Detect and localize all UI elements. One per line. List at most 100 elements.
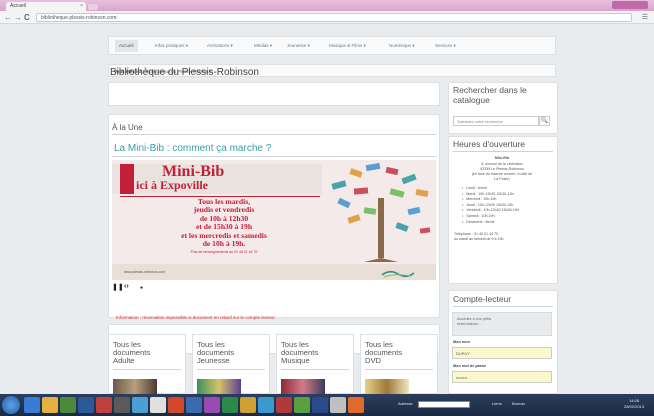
book-tree-illustration [331,162,431,262]
carousel-pause-icon[interactable]: ❚❚ [112,283,124,291]
nav-item-medias[interactable]: Médias ▾ [254,43,272,49]
nav-item-numerique[interactable]: Numérique ▾ [389,43,415,49]
card-divider [197,369,265,370]
banner-contact: Plus de renseignements au 01 46 01 44 70 [190,250,258,254]
taskbar-ie-icon[interactable] [24,397,40,413]
category-card-dvd[interactable]: Tous les documents DVD [360,334,438,395]
search-title-line: catalogue [453,94,490,105]
hours-phone: Téléphone : 01 46 01 44 70 du mardi au s… [454,232,504,242]
taskbar-app-icon[interactable] [168,397,184,413]
title-panel [108,82,440,106]
clock-date: 28/02/2013 [623,404,644,409]
search-icon[interactable]: 🔍 [539,116,550,126]
banner-line: de 10h à 19h. [202,239,246,249]
taskbar-app-icon[interactable] [186,397,202,413]
taskbar-clock[interactable]: 14:08 28/02/2013 [624,398,644,410]
taskbar-app-icon[interactable] [258,397,274,413]
url-path: / [116,15,118,21]
category-card-musique[interactable]: Tous les documents Musique [276,334,354,395]
carousel-dot[interactable]: ● [140,285,143,291]
phone-line: du mardi au samedi de 9 à 19h [454,237,504,241]
taskbar-app-icon[interactable] [204,397,220,413]
account-info-box: Accédez à vos prêts, réservations... [452,312,552,336]
taskbar-desktop[interactable]: Bureau [512,401,525,406]
taskbar-app-icon[interactable] [132,397,148,413]
windows-taskbar: Adresse Liens Bureau 14:08 28/02/2013 [0,394,654,416]
banner-footer: www.plessis-robinson.com [112,264,436,280]
opening-hours-list: Lundi : fermé Mardi : 10h-12h30 15h30-19… [462,186,519,225]
category-image [281,379,325,395]
banner-logo-sub: ici à Expoville [136,178,208,192]
password-label: Mon mot de passe [453,364,487,368]
name-input[interactable]: DUPUY [452,347,552,359]
nav-item-infos[interactable]: Infos pratiques ▾ [155,43,188,49]
category-title: Tous les documents Musique [281,341,318,365]
taskbar-app-icon[interactable] [96,397,112,413]
info-message: Information : réservation impossible si … [116,315,275,320]
category-card-jeunesse[interactable]: Tous les documents Jeunesse [192,334,270,395]
category-image [365,379,409,395]
taskbar-app-icon[interactable] [114,397,130,413]
url-host: bibliotheque.plessis-robinson.com [41,15,117,21]
article-divider [112,156,436,157]
nav-item-services[interactable]: Services ▾ [435,43,456,49]
taskbar-links[interactable]: Liens [492,401,502,406]
taskbar-app-icon[interactable] [294,397,310,413]
taskbar-app-icon[interactable] [348,397,364,413]
category-title: Tous les documents DVD [365,341,402,365]
browser-toolbar: ← → C bibliotheque.plessis-robinson.com/… [0,11,654,24]
category-line: Adulte [113,356,135,365]
tab-close-icon[interactable]: × [80,3,83,9]
taskbar-address-input[interactable] [418,401,470,408]
account-title: Compte-lecteur [453,294,512,304]
menu-icon[interactable]: ☰ [642,13,648,21]
taskbar-app-icon[interactable] [330,397,346,413]
hours-address: 8, avenue de la Libération 92350 Le Ples… [456,162,548,182]
start-button[interactable] [2,396,20,414]
window-controls[interactable] [612,1,648,9]
taskbar-app-icon[interactable] [60,397,76,413]
taskbar-word-icon[interactable] [78,397,94,413]
password-input[interactable]: •••••••• [452,371,552,383]
tab-title: Accueil [10,3,27,9]
taskbar-app-icon[interactable] [312,397,328,413]
featured-section-title: À la Une [112,123,143,132]
card-divider [365,369,433,370]
banner-url: www.plessis-robinson.com [124,270,166,274]
nav-item-accueil[interactable]: Accueil [115,40,138,52]
address-line: La Poste) [494,177,510,181]
reload-icon[interactable]: C [24,13,30,22]
category-image [197,379,241,395]
hours-place: Mini-Bib [494,156,510,160]
taskbar-excel-icon[interactable] [222,397,238,413]
category-line: Jeunesse [197,356,230,365]
account-divider [453,306,553,307]
hours-day: Dimanche : fermé [462,220,519,226]
forward-icon[interactable]: → [14,13,22,22]
category-title: Tous les documents Jeunesse [197,341,234,365]
address-bar[interactable]: bibliotheque.plessis-robinson.com/ [36,13,632,22]
nav-item-animations[interactable]: Animations ▾ [207,43,233,49]
category-card-adulte[interactable]: Tous les documents Adulte [108,334,186,395]
browser-tab[interactable]: Accueil × [6,2,86,11]
back-icon[interactable]: ← [4,13,12,22]
catalogue-search-input[interactable]: Saisissez votre recherche [453,116,539,126]
taskbar-app-icon[interactable] [240,397,256,413]
main-nav: Accueil Infos pratiques ▾ Animations ▾ M… [108,36,556,55]
taskbar-folder-icon[interactable] [42,397,58,413]
taskbar-app-icon[interactable] [276,397,292,413]
featured-banner[interactable]: Mini-Bib ici à Expoville Tous les mardis… [112,160,436,280]
banner-schedule: Tous les mardis, jeudis et vendredis de … [124,197,324,249]
card-divider [113,369,181,370]
carousel-prev-next-icon[interactable]: ‹› [124,283,129,290]
taskbar-chrome-icon[interactable] [150,397,166,413]
new-tab-button[interactable] [88,4,98,10]
nav-item-musique[interactable]: Musique & Films ▾ [329,43,366,49]
category-title: Tous les documents Adulte [113,341,150,365]
town-logo-icon [381,270,415,278]
article-title[interactable]: La Mini-Bib : comment ça marche ? [114,143,271,154]
browser-titlebar: Accueil × [0,0,654,11]
nav-item-jeunesse[interactable]: Jeunesse ▾ [287,43,310,49]
account-info-line: réservations... [457,322,481,326]
taskbar-address-label: Adresse [398,401,413,406]
